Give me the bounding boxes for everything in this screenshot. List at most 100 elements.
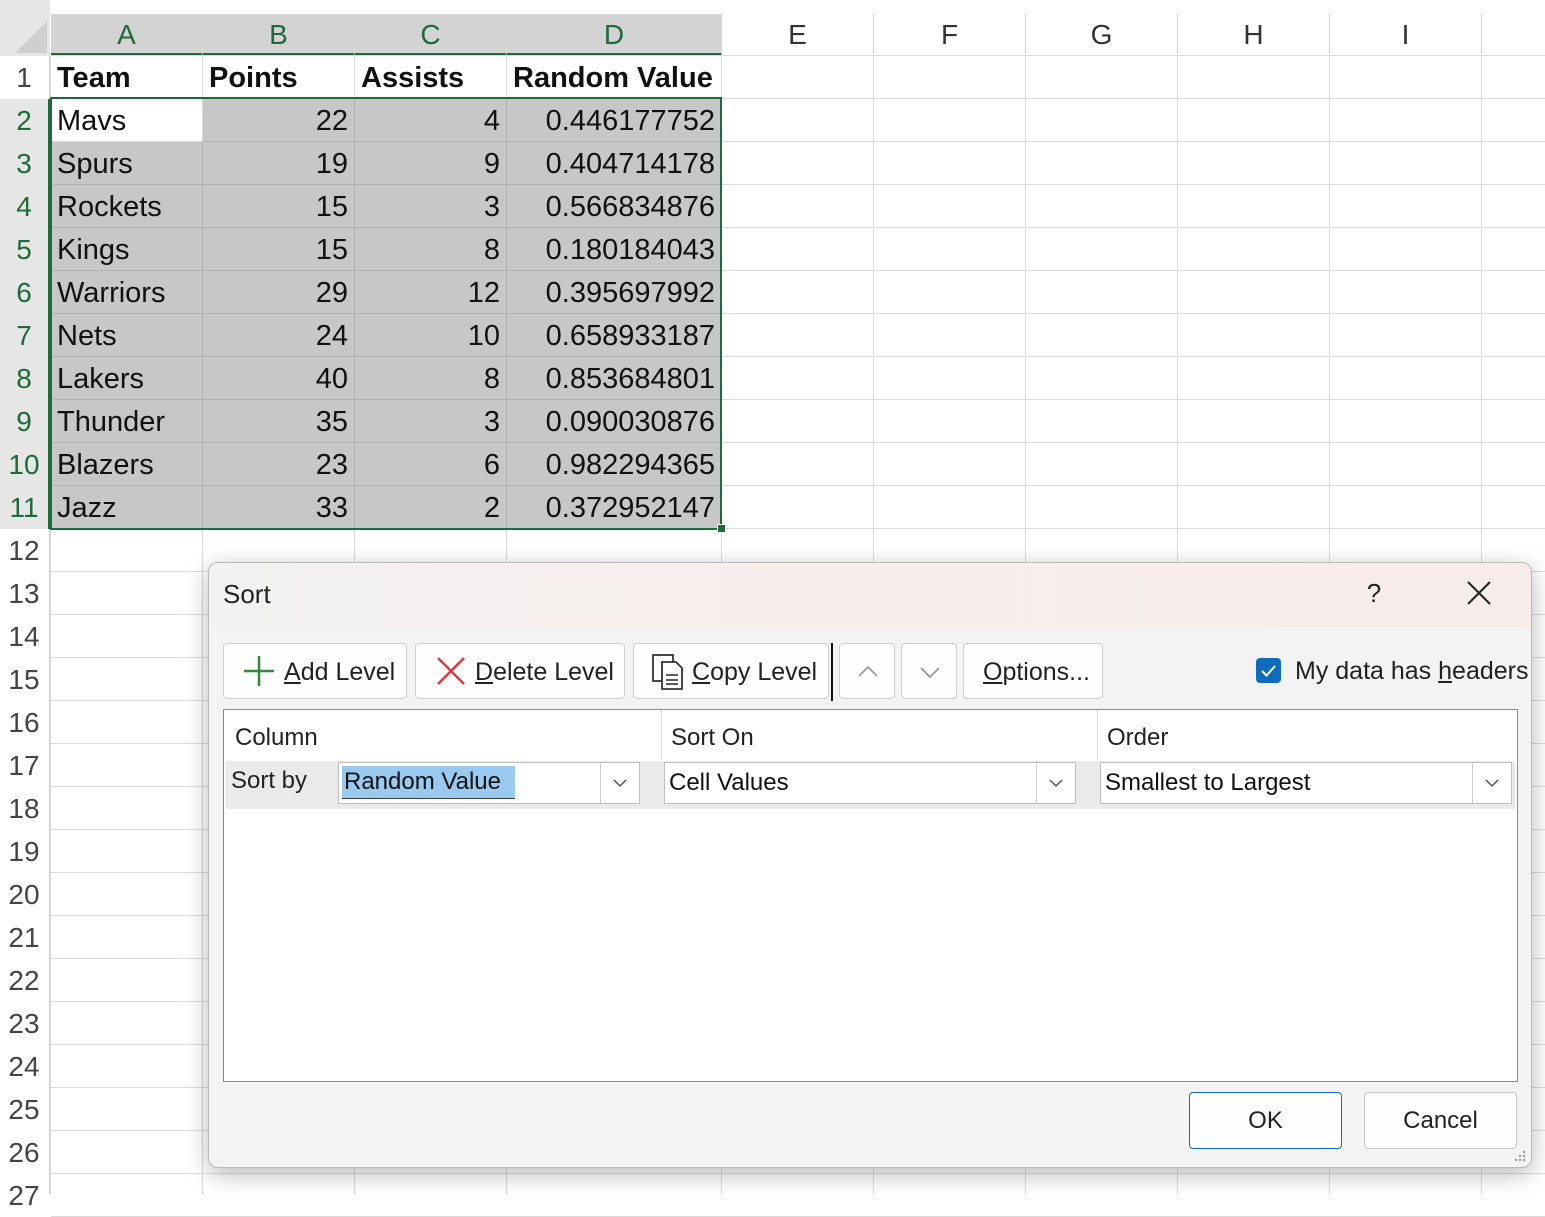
column-header-a[interactable]: A (51, 14, 203, 56)
row-header-11[interactable]: 11 (0, 486, 48, 529)
resize-grip-icon[interactable] (1511, 1147, 1527, 1163)
column-header-c[interactable]: C (355, 14, 507, 56)
row-header-20[interactable]: 20 (0, 873, 48, 916)
sort-levels-list[interactable]: Column Sort On Order Sort by Random Valu… (223, 709, 1518, 1082)
cell-b1[interactable]: Points (203, 56, 355, 99)
row-header-23[interactable]: 23 (0, 1002, 48, 1045)
my-data-has-headers-label[interactable]: My data has headers (1295, 657, 1529, 686)
sort-column-dropdown-arrow[interactable] (600, 763, 639, 803)
column-header-d[interactable]: D (507, 14, 722, 56)
cell-c6[interactable]: 12 (355, 271, 507, 314)
row-header-21[interactable]: 21 (0, 916, 48, 959)
row-header-22[interactable]: 22 (0, 959, 48, 1002)
cell-c2[interactable]: 4 (355, 99, 507, 142)
cell-a8[interactable]: Lakers (51, 357, 203, 400)
cell-b11[interactable]: 33 (203, 486, 355, 529)
row-header-13[interactable]: 13 (0, 572, 48, 615)
dialog-titlebar[interactable]: Sort ? (209, 563, 1531, 627)
sort-column-dropdown[interactable]: Random Value (338, 762, 640, 804)
cell-c8[interactable]: 8 (355, 357, 507, 400)
row-header-17[interactable]: 17 (0, 744, 48, 787)
cell-b10[interactable]: 23 (203, 443, 355, 486)
add-level-button[interactable]: Add Level (223, 643, 407, 699)
sort-on-dropdown[interactable]: Cell Values (664, 762, 1076, 804)
cell-b2[interactable]: 22 (203, 99, 355, 142)
column-header-e[interactable]: E (722, 14, 874, 56)
cell-d3[interactable]: 0.404714178 (507, 142, 722, 185)
row-header-24[interactable]: 24 (0, 1045, 48, 1088)
row-header-12[interactable]: 12 (0, 529, 48, 572)
row-header-16[interactable]: 16 (0, 701, 48, 744)
row-header-14[interactable]: 14 (0, 615, 48, 658)
cell-d11[interactable]: 0.372952147 (507, 486, 722, 529)
sort-on-dropdown-arrow[interactable] (1036, 763, 1075, 803)
cell-c4[interactable]: 3 (355, 185, 507, 228)
column-header-f[interactable]: F (874, 14, 1026, 56)
cell-c1[interactable]: Assists (355, 56, 507, 99)
cell-a10[interactable]: Blazers (51, 443, 203, 486)
cell-a9[interactable]: Thunder (51, 400, 203, 443)
row-header-15[interactable]: 15 (0, 658, 48, 701)
cell-d10[interactable]: 0.982294365 (507, 443, 722, 486)
cell-b3[interactable]: 19 (203, 142, 355, 185)
row-header-5[interactable]: 5 (0, 228, 48, 271)
order-dropdown[interactable]: Smallest to Largest (1100, 762, 1512, 804)
cell-b5[interactable]: 15 (203, 228, 355, 271)
column-header-g[interactable]: G (1026, 14, 1178, 56)
cancel-button[interactable]: Cancel (1364, 1092, 1517, 1149)
row-header-7[interactable]: 7 (0, 314, 48, 357)
cell-a4[interactable]: Rockets (51, 185, 203, 228)
cell-c9[interactable]: 3 (355, 400, 507, 443)
row-header-1[interactable]: 1 (0, 56, 48, 99)
order-dropdown-arrow[interactable] (1472, 763, 1511, 803)
cell-d4[interactable]: 0.566834876 (507, 185, 722, 228)
cell-b4[interactable]: 15 (203, 185, 355, 228)
row-header-10[interactable]: 10 (0, 443, 48, 486)
cell-d2[interactable]: 0.446177752 (507, 99, 722, 142)
cell-d5[interactable]: 0.180184043 (507, 228, 722, 271)
row-header-27[interactable]: 27 (0, 1174, 48, 1217)
cell-c10[interactable]: 6 (355, 443, 507, 486)
cell-a7[interactable]: Nets (51, 314, 203, 357)
column-header-h[interactable]: H (1178, 14, 1330, 56)
delete-level-button[interactable]: Delete Level (415, 643, 625, 699)
cell-a11[interactable]: Jazz (51, 486, 203, 529)
cell-a2[interactable]: Mavs (51, 99, 203, 142)
row-header-26[interactable]: 26 (0, 1131, 48, 1174)
cell-b7[interactable]: 24 (203, 314, 355, 357)
help-button[interactable]: ? (1354, 571, 1394, 615)
my-data-has-headers-checkbox[interactable] (1256, 658, 1281, 683)
close-button[interactable] (1457, 571, 1501, 615)
row-header-2[interactable]: 2 (0, 99, 48, 142)
select-all-corner[interactable] (0, 0, 50, 56)
cell-b8[interactable]: 40 (203, 357, 355, 400)
cell-d6[interactable]: 0.395697992 (507, 271, 722, 314)
move-down-button[interactable] (901, 643, 957, 699)
column-header-i[interactable]: I (1330, 14, 1482, 56)
row-header-6[interactable]: 6 (0, 271, 48, 314)
cell-d1[interactable]: Random Value (507, 56, 722, 99)
row-header-25[interactable]: 25 (0, 1088, 48, 1131)
cell-a6[interactable]: Warriors (51, 271, 203, 314)
cell-c5[interactable]: 8 (355, 228, 507, 271)
row-header-18[interactable]: 18 (0, 787, 48, 830)
move-up-button[interactable] (839, 643, 895, 699)
cell-a5[interactable]: Kings (51, 228, 203, 271)
ok-button[interactable]: OK (1189, 1092, 1342, 1149)
row-header-8[interactable]: 8 (0, 357, 48, 400)
cell-b9[interactable]: 35 (203, 400, 355, 443)
cell-a3[interactable]: Spurs (51, 142, 203, 185)
cell-c7[interactable]: 10 (355, 314, 507, 357)
options-button[interactable]: Options... (963, 643, 1103, 699)
column-header-b[interactable]: B (203, 14, 355, 56)
cell-c11[interactable]: 2 (355, 486, 507, 529)
cell-b6[interactable]: 29 (203, 271, 355, 314)
cell-d9[interactable]: 0.090030876 (507, 400, 722, 443)
row-header-4[interactable]: 4 (0, 185, 48, 228)
cell-a1[interactable]: Team (51, 56, 203, 99)
sort-level-row[interactable]: Sort by Random Value Cell Values Smalles… (226, 761, 1515, 809)
cell-d8[interactable]: 0.853684801 (507, 357, 722, 400)
cell-d7[interactable]: 0.658933187 (507, 314, 722, 357)
row-header-9[interactable]: 9 (0, 400, 48, 443)
cell-c3[interactable]: 9 (355, 142, 507, 185)
